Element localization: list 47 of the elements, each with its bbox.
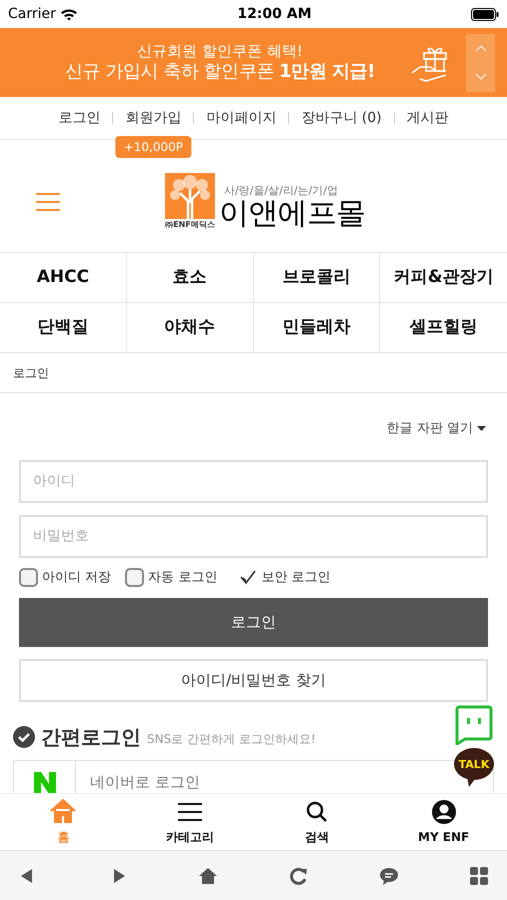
checkbox[interactable] (19, 568, 38, 587)
banner-headline: 신규회원 할인쿠폰 혜택! (137, 42, 303, 61)
nav-link[interactable]: 게시판 (406, 110, 449, 126)
section-subtitle: SNS로 간편하게 로그인하세요! (147, 730, 316, 748)
checkbox[interactable] (125, 568, 144, 587)
company-name: ㈜ENF메딕스 (165, 221, 215, 229)
category-link[interactable]: AHCC (0, 253, 127, 303)
home-icon (49, 798, 78, 826)
id-field[interactable]: 아이디 (19, 460, 488, 502)
banner-text: 신규 가입시 축하 할인쿠폰 1만원 지급! (65, 60, 375, 84)
nav-link[interactable]: 회원가입 (125, 110, 182, 126)
keyboard-toggle[interactable]: 한글 자판 열기 (386, 419, 486, 438)
carrier-label: Carrier (8, 4, 56, 24)
caret-down-icon (477, 426, 486, 432)
category-link[interactable]: 민들레차 (254, 303, 380, 353)
option-label: 자동 로그인 (148, 568, 218, 586)
nav-link[interactable]: 마이페이지 (206, 110, 276, 126)
category-link[interactable]: 단백질 (0, 303, 127, 353)
logo-name: 이앤에프몰 (219, 199, 366, 229)
option-label: 아이디 저장 (42, 568, 112, 586)
category-link[interactable]: 커피&관장기 (380, 253, 507, 303)
category-link[interactable]: 야채수 (126, 303, 254, 353)
category-link[interactable]: 셀프힐링 (380, 303, 507, 353)
check-circle-icon (13, 726, 35, 748)
user-icon (430, 798, 458, 826)
points-badge: +10,000P (116, 136, 191, 158)
login-button[interactable]: 로그인 (19, 598, 488, 647)
nav-link[interactable]: 로그인 (58, 110, 100, 126)
chat-icon[interactable] (378, 866, 399, 886)
n-logo-icon (34, 772, 56, 794)
option-label: 보안 로그인 (261, 568, 330, 586)
wifi-icon (60, 8, 78, 20)
tree-logo-icon (165, 173, 215, 219)
checkmark-icon[interactable] (239, 569, 258, 586)
clock-time: 12:00 AM (237, 4, 312, 24)
home-icon[interactable] (198, 866, 218, 886)
section-title: 간편로그인 (41, 724, 141, 751)
battery-icon (470, 8, 499, 20)
breadcrumb: 로그인 (13, 364, 49, 382)
find-account-button[interactable]: 아이디/비밀번호 찾기 (19, 659, 488, 702)
category-link[interactable]: 효소 (126, 253, 254, 303)
logo-slogan: 사/랑/을/살/리/는/기/업 (224, 182, 339, 198)
password-field[interactable]: 비밀번호 (19, 514, 488, 558)
grid-icon[interactable] (468, 866, 489, 886)
category-link[interactable]: 브로콜리 (254, 253, 380, 303)
nav-link[interactable]: 장바구니 (0) (301, 110, 382, 126)
reload-icon[interactable] (288, 866, 309, 886)
